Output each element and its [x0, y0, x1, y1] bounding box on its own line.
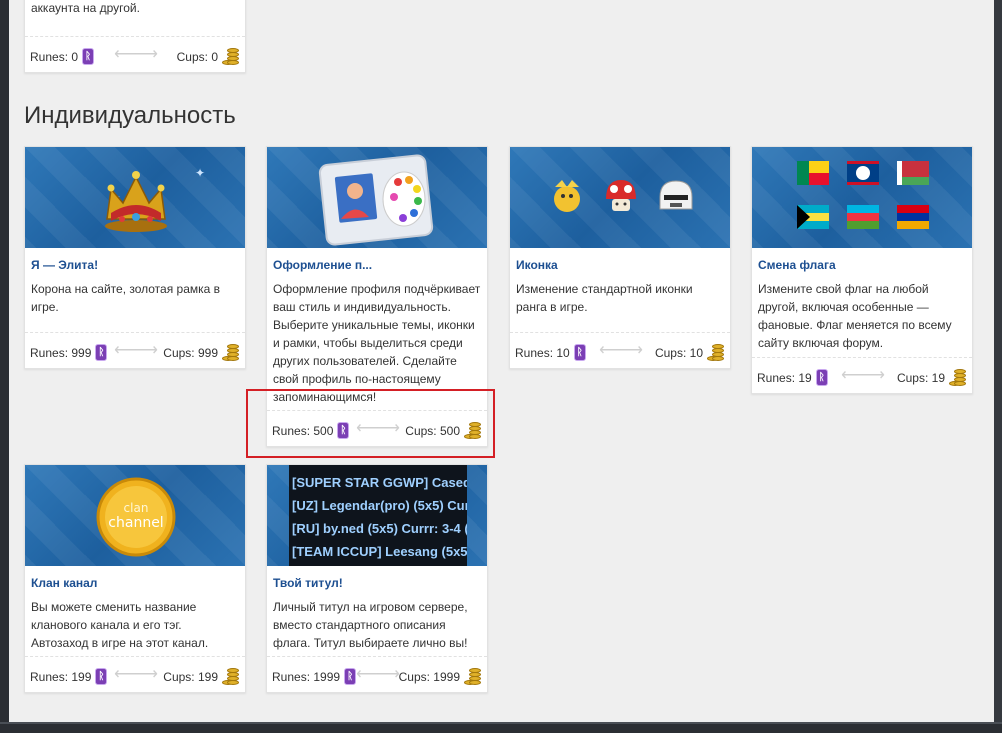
card-description: Корона на сайте, золотая рамка в игре. [31, 282, 221, 314]
cups-price: Cups: 19 [897, 369, 967, 387]
card-footer: Runes: 999 ᚱ ⟵⟶ Cups: 999 [25, 332, 245, 368]
scrollbar[interactable] [994, 0, 1002, 733]
card-description: Вы можете сменить название кланового кан… [31, 600, 209, 650]
card-footer: Runes: 10 ᚱ ⟵⟶ Cups: 10 [510, 332, 730, 368]
card-title[interactable]: Я — Элита! [31, 258, 239, 272]
card-title[interactable]: Оформление п... [273, 258, 481, 272]
exchange-arrows-icon: ⟵⟶ [114, 46, 158, 63]
card-footer: Runes: 19 ᚱ ⟵⟶ Cups: 19 [752, 357, 972, 393]
coin-stack-icon [949, 369, 967, 387]
coin-stack-icon [222, 48, 240, 66]
cups-price: Cups: 999 [163, 344, 240, 362]
card-flag[interactable]: Смена флага Измените свой флаг на любой … [751, 146, 973, 394]
profile-palette-icon [318, 154, 434, 246]
game-icons [554, 180, 693, 212]
rune-icon: ᚱ [82, 48, 95, 65]
highlight-box [246, 389, 495, 458]
clan-channel-icon: clan channel [96, 477, 176, 557]
cups-price: Cups: 0 [177, 48, 240, 66]
card-banner [752, 147, 972, 248]
card-footer: Runes: 1999 ᚱ ⟵⟶ Cups: 1999 [267, 656, 487, 692]
runes-price: Runes: 19 ᚱ [757, 369, 828, 386]
rune-icon: ᚱ [95, 344, 108, 361]
rune-icon: ᚱ [815, 369, 828, 386]
runes-price: Runes: 999 ᚱ [30, 344, 108, 361]
runes-price: Runes: 10 ᚱ [515, 344, 586, 361]
card-title[interactable]: Твой титул! [273, 576, 481, 590]
card-banner: [SUPER STAR GGWP] Casedd [UZ] Legendar(p… [267, 465, 487, 566]
card-description: Изменение стандартной иконки ранга в игр… [516, 282, 693, 314]
flags-icon [797, 161, 929, 229]
coin-stack-icon [222, 344, 240, 362]
exchange-arrows-icon: ⟵⟶ [356, 666, 400, 683]
rune-icon: ᚱ [95, 668, 108, 685]
svg-text:✦: ✦ [195, 166, 205, 180]
cups-price: Cups: 1999 [399, 668, 482, 686]
exchange-arrows-icon: ⟵⟶ [114, 342, 158, 359]
card-banner [510, 147, 730, 248]
coin-stack-icon [222, 668, 240, 686]
rune-icon: ᚱ [573, 344, 586, 361]
cups-price: Cups: 10 [655, 344, 725, 362]
section-title: Индивидуальность [24, 102, 236, 129]
title-preview-line: [UZ] Legendar(pro) (5x5) Curr [292, 498, 467, 513]
card-footer: Runes: 0ᚱ ⟵⟶ Cups: 0 [25, 36, 245, 72]
exchange-arrows-icon: ⟵⟶ [599, 342, 643, 359]
card-description: Оформление профиля подчёркивает ваш стил… [273, 282, 481, 404]
card-elite[interactable]: ✦ ✦ Я — Элита! Корона на сайте, золотая … [24, 146, 246, 369]
cups-price: Cups: 199 [163, 668, 240, 686]
title-preview-line: [TEAM ICCUP] Leesang (5x5) C [292, 544, 467, 559]
card-icon[interactable]: Иконка Изменение стандартной иконки ранг… [509, 146, 731, 369]
exchange-arrows-icon: ⟵⟶ [114, 666, 158, 683]
card-footer: Runes: 199 ᚱ ⟵⟶ Cups: 199 [25, 656, 245, 692]
card-your-title[interactable]: [SUPER STAR GGWP] Casedd [UZ] Legendar(p… [266, 464, 488, 693]
card-description: аккаунта на другой. [31, 1, 140, 15]
card-title[interactable]: Смена флага [758, 258, 966, 272]
card-previous: аккаунта на другой. Runes: 0ᚱ ⟵⟶ Cups: 0 [24, 0, 246, 73]
runes-price: Runes: 199 ᚱ [30, 668, 108, 685]
card-clan-channel[interactable]: clan channel Клан канал Вы можете сменит… [24, 464, 246, 693]
crown-icon: ✦ ✦ [105, 166, 205, 232]
coin-stack-icon [707, 344, 725, 362]
runes-price: Runes: 1999 ᚱ [272, 668, 357, 685]
banner-text-clan: clan [124, 501, 149, 515]
title-preview: [SUPER STAR GGWP] Casedd [UZ] Legendar(p… [289, 465, 467, 566]
card-title[interactable]: Иконка [516, 258, 724, 272]
coin-stack-icon [464, 668, 482, 686]
banner-text-channel: channel [108, 515, 163, 531]
card-banner: ✦ ✦ [25, 147, 245, 248]
exchange-arrows-icon: ⟵⟶ [841, 367, 885, 384]
runes-price: Runes: 0ᚱ [30, 48, 95, 65]
bottom-bar [0, 722, 1002, 733]
title-preview-line: [SUPER STAR GGWP] Casedd [292, 475, 467, 490]
rune-icon: ᚱ [344, 668, 357, 685]
title-preview-line: [RU] by.ned (5x5) Currr: 3-4 (4 [292, 521, 467, 536]
card-description: Измените свой флаг на любой другой, вклю… [758, 282, 952, 350]
card-banner [267, 147, 487, 248]
card-title[interactable]: Клан канал [31, 576, 239, 590]
card-description: Личный титул на игровом сервере, вместо … [273, 600, 468, 650]
card-banner: clan channel [25, 465, 245, 566]
